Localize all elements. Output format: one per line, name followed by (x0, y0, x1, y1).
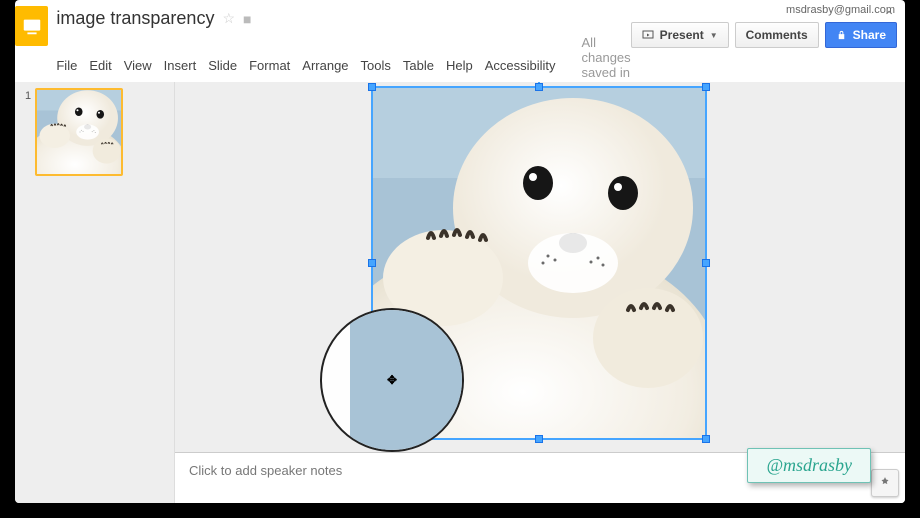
menu-accessibility[interactable]: Accessibility (485, 58, 556, 73)
menu-format[interactable]: Format (249, 58, 290, 73)
selected-image[interactable] (373, 88, 705, 438)
menu-table[interactable]: Table (403, 58, 434, 73)
resize-handle-tm[interactable] (535, 83, 543, 91)
resize-handle-tr[interactable] (702, 83, 710, 91)
menu-tools[interactable]: Tools (361, 58, 391, 73)
chevron-down-icon: ▼ (710, 31, 718, 40)
menu-insert[interactable]: Insert (164, 58, 197, 73)
slide-number: 1 (25, 90, 31, 176)
seal-thumbnail-image (37, 90, 121, 174)
resize-handle-ml[interactable] (368, 259, 376, 267)
lock-icon (836, 30, 847, 41)
slide-stage[interactable]: ✥ (175, 82, 905, 452)
resize-handle-bl[interactable] (368, 435, 376, 443)
doc-title[interactable]: image transparency (56, 8, 214, 29)
slides-app-icon[interactable] (15, 6, 48, 46)
folder-icon[interactable]: ■ (243, 11, 251, 27)
resize-handle-bm[interactable] (535, 435, 543, 443)
explore-button[interactable] (871, 469, 899, 497)
present-icon (642, 29, 654, 41)
seal-image (373, 88, 705, 438)
resize-handle-br[interactable] (702, 435, 710, 443)
menu-slide[interactable]: Slide (208, 58, 237, 73)
user-email[interactable]: msdrasby@gmail.com (786, 4, 895, 16)
menu-help[interactable]: Help (446, 58, 473, 73)
menu-view[interactable]: View (124, 58, 152, 73)
canvas-area[interactable]: ✥ Click to add speaker notes (175, 82, 905, 503)
speaker-notes-placeholder: Click to add speaker notes (189, 463, 342, 478)
comments-button[interactable]: Comments (735, 22, 819, 48)
share-label: Share (853, 28, 886, 42)
menu-edit[interactable]: Edit (89, 58, 111, 73)
comments-label: Comments (746, 28, 808, 42)
share-button[interactable]: Share (825, 22, 897, 48)
menu-arrange[interactable]: Arrange (302, 58, 348, 73)
header: image transparency ☆ ■ File Edit View In… (15, 0, 905, 95)
star-icon[interactable]: ☆ (222, 10, 235, 27)
slide-thumbnail-1[interactable] (35, 88, 123, 176)
menu-file[interactable]: File (56, 58, 77, 73)
slide-thumbnail-rail[interactable]: 1 (15, 82, 175, 503)
collapse-toolbar-icon[interactable]: ⌃ (883, 8, 895, 25)
present-button[interactable]: Present ▼ (631, 22, 729, 48)
resize-handle-mr[interactable] (702, 259, 710, 267)
present-label: Present (660, 28, 704, 42)
watermark-badge: @msdrasby (747, 448, 871, 483)
resize-handle-tl[interactable] (368, 83, 376, 91)
main-area: 1 (15, 82, 905, 503)
